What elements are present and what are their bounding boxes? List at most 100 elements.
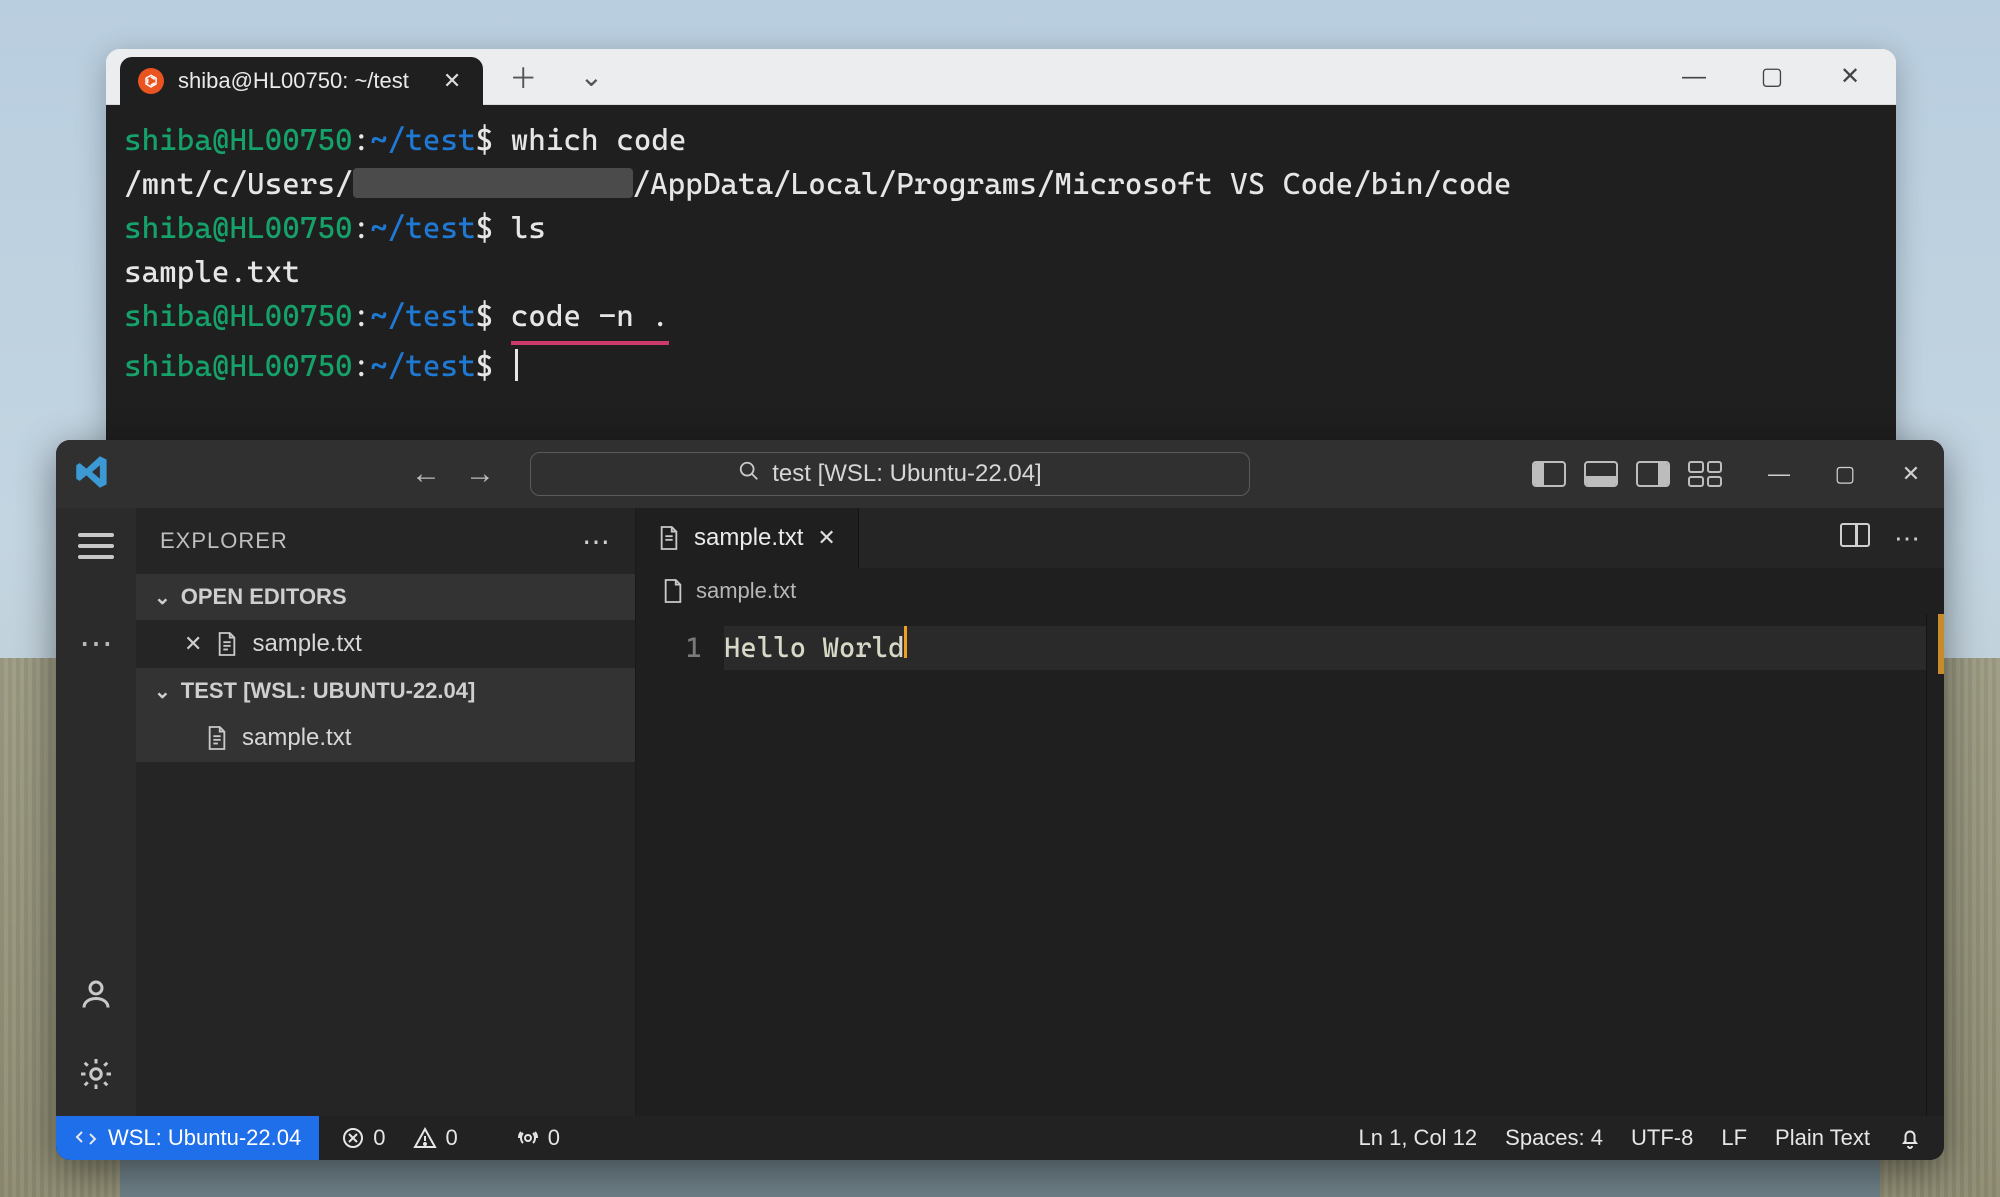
terminal-command: which code — [511, 123, 687, 158]
file-icon — [662, 578, 684, 604]
close-window-button[interactable]: ✕ — [1832, 62, 1868, 91]
terminal-command: ls — [511, 211, 546, 246]
open-editors-label: OPEN EDITORS — [181, 584, 347, 610]
open-editors-section[interactable]: ⌄ OPEN EDITORS — [136, 574, 635, 620]
prompt-path: ~/test — [370, 211, 475, 246]
file-icon — [658, 525, 680, 551]
errors-count: 0 — [373, 1125, 385, 1151]
split-editor-icon[interactable] — [1840, 523, 1870, 547]
ports-count: 0 — [548, 1125, 560, 1151]
indentation-status[interactable]: Spaces: 4 — [1505, 1125, 1603, 1151]
explorer-title: EXPLORER — [160, 528, 288, 554]
workspace-label: TEST [WSL: UBUNTU-22.04] — [181, 678, 476, 704]
line-gutter: 1 — [636, 614, 724, 1116]
ports-icon — [516, 1126, 540, 1150]
open-editor-item[interactable]: ✕ sample.txt — [136, 620, 635, 668]
remote-indicator[interactable]: WSL: Ubuntu-22.04 — [56, 1116, 319, 1160]
prompt-user: shiba@HL00750 — [124, 349, 353, 384]
explorer-panel: EXPLORER ⋯ ⌄ OPEN EDITORS ✕ sample.txt ⌄… — [136, 508, 636, 1116]
maximize-button[interactable]: ▢ — [1830, 461, 1860, 487]
chevron-down-icon: ⌄ — [154, 679, 171, 704]
accounts-button[interactable] — [74, 974, 118, 1014]
ports-indicator[interactable]: 0 — [516, 1125, 560, 1151]
vscode-window-controls: — ▢ ✕ — [1764, 461, 1926, 487]
vscode-titlebar: ← → test [WSL: Ubuntu-22.04] — ▢ ✕ — [56, 440, 1944, 508]
editor-tabbar: sample.txt ✕ ⋯ — [636, 508, 1944, 568]
terminal-tab-actions: ＋ ⌄ — [503, 49, 611, 104]
status-bar: WSL: Ubuntu-22.04 0 0 0 Ln 1, Col 12 Spa… — [56, 1116, 1944, 1160]
menu-button[interactable] — [74, 526, 118, 566]
tab-dropdown-button[interactable]: ⌄ — [571, 60, 611, 93]
chevron-down-icon: ⌄ — [154, 585, 171, 610]
terminal-tab[interactable]: ⌬ shiba@HL00750: ~/test ✕ — [120, 57, 483, 105]
workspace-section[interactable]: ⌄ TEST [WSL: UBUNTU-22.04] — [136, 668, 635, 714]
warnings-count: 0 — [445, 1125, 457, 1151]
terminal-output: /AppData/Local/Programs/Microsoft VS Cod… — [633, 167, 1512, 202]
maximize-button[interactable]: ▢ — [1754, 62, 1790, 91]
activity-bar: ⋯ — [56, 508, 136, 1116]
new-tab-button[interactable]: ＋ — [503, 57, 543, 97]
prompt-path: ~/test — [370, 349, 475, 384]
code-content[interactable]: Hello World — [724, 614, 1926, 1116]
editor-tab-label: sample.txt — [694, 524, 803, 552]
layout-controls — [1532, 461, 1722, 487]
breadcrumb[interactable]: sample.txt — [636, 568, 1944, 614]
terminal-cursor — [515, 349, 518, 381]
vscode-window: ← → test [WSL: Ubuntu-22.04] — ▢ ✕ ⋯ — [56, 440, 1944, 1160]
file-icon — [206, 725, 228, 751]
prompt-path: ~/test — [370, 299, 475, 334]
minimize-button[interactable]: — — [1676, 63, 1712, 91]
ubuntu-icon: ⌬ — [138, 68, 164, 94]
toggle-primary-sidebar-icon[interactable] — [1532, 461, 1566, 487]
code-line: Hello World — [724, 626, 904, 670]
error-icon — [341, 1126, 365, 1150]
encoding-status[interactable]: UTF-8 — [1631, 1125, 1693, 1151]
explorer-header: EXPLORER ⋯ — [136, 508, 635, 574]
explorer-more-icon[interactable]: ⋯ — [582, 525, 611, 558]
workspace-filename: sample.txt — [242, 724, 351, 752]
vscode-logo-icon — [74, 454, 110, 495]
nav-back-button[interactable]: ← — [404, 452, 448, 496]
hamburger-icon — [78, 533, 114, 559]
customize-layout-icon[interactable] — [1688, 461, 1722, 487]
settings-gear-button[interactable] — [74, 1054, 118, 1094]
nav-forward-button[interactable]: → — [458, 452, 502, 496]
prompt-user: shiba@HL00750 — [124, 123, 353, 158]
minimize-button[interactable]: — — [1764, 461, 1794, 487]
remote-icon — [74, 1126, 98, 1150]
cursor-position[interactable]: Ln 1, Col 12 — [1359, 1125, 1478, 1151]
editor-body[interactable]: 1 Hello World — [636, 614, 1944, 1116]
editor-area: sample.txt ✕ ⋯ sample.txt 1 He — [636, 508, 1944, 1116]
prompt-user: shiba@HL00750 — [124, 299, 353, 334]
command-center-search[interactable]: test [WSL: Ubuntu-22.04] — [530, 452, 1250, 496]
terminal-command-highlighted: code -n . — [511, 295, 669, 345]
minimap[interactable] — [1926, 614, 1944, 1116]
errors-indicator[interactable]: 0 — [341, 1125, 385, 1151]
breadcrumb-label: sample.txt — [696, 578, 796, 604]
toggle-panel-icon[interactable] — [1584, 461, 1618, 487]
notifications-button[interactable] — [1898, 1126, 1922, 1150]
language-mode[interactable]: Plain Text — [1775, 1125, 1870, 1151]
workspace-file-item[interactable]: sample.txt — [136, 714, 635, 762]
close-window-button[interactable]: ✕ — [1896, 461, 1926, 487]
redacted-segment — [353, 168, 633, 198]
editor-cursor — [904, 626, 907, 658]
more-views-button[interactable]: ⋯ — [74, 624, 118, 664]
toggle-secondary-sidebar-icon[interactable] — [1636, 461, 1670, 487]
warning-icon — [413, 1126, 437, 1150]
line-number: 1 — [636, 626, 702, 670]
remote-label: WSL: Ubuntu-22.04 — [108, 1125, 301, 1151]
close-tab-icon[interactable]: ✕ — [443, 68, 461, 94]
editor-tab-actions: ⋯ — [1840, 523, 1944, 554]
prompt-user: shiba@HL00750 — [124, 211, 353, 246]
editor-more-icon[interactable]: ⋯ — [1894, 523, 1920, 554]
eol-status[interactable]: LF — [1721, 1125, 1747, 1151]
file-icon — [216, 631, 238, 657]
terminal-output: /mnt/c/Users/ — [124, 167, 353, 202]
close-editor-icon[interactable]: ✕ — [184, 631, 202, 657]
warnings-indicator[interactable]: 0 — [413, 1125, 457, 1151]
bell-icon — [1898, 1126, 1922, 1150]
editor-tab[interactable]: sample.txt ✕ — [636, 508, 859, 568]
search-icon — [738, 460, 760, 489]
close-tab-icon[interactable]: ✕ — [817, 525, 835, 551]
